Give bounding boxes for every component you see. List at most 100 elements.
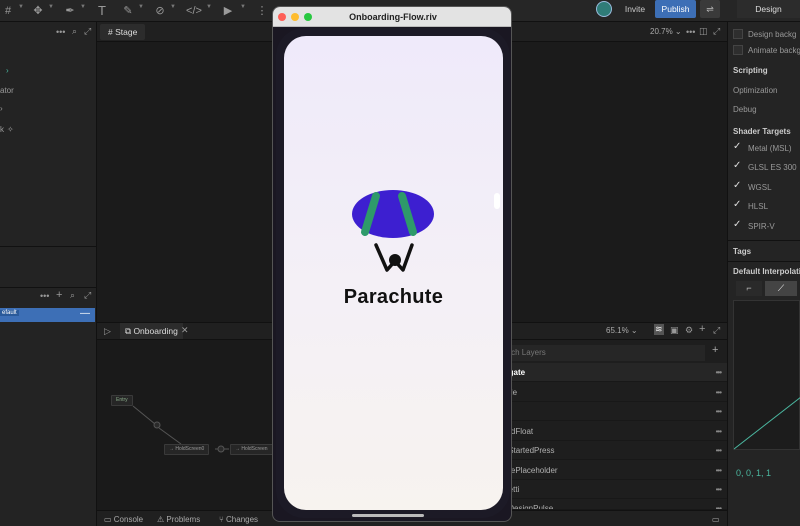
- resize-handle[interactable]: [494, 193, 500, 209]
- play-icon[interactable]: ▷: [104, 326, 111, 337]
- state-node-entry[interactable]: Entry: [111, 395, 133, 406]
- expand-icon[interactable]: ⤢: [84, 290, 91, 301]
- shader-target-label: HLSL: [748, 202, 769, 211]
- layer-row[interactable]: nfetti•••: [500, 480, 727, 499]
- shader-target-label: SPIR-V: [748, 222, 775, 231]
- stage-zoom-level[interactable]: 20.7% ⌄: [650, 27, 682, 36]
- layout-icon[interactable]: ◫: [699, 26, 708, 37]
- check-icon[interactable]: ✓: [733, 141, 741, 152]
- settings-icon[interactable]: ⚙: [685, 325, 693, 336]
- more-icon[interactable]: •••: [716, 363, 722, 382]
- tab-onboarding[interactable]: ⧉ Onboarding: [120, 323, 183, 339]
- state-node-label: HoldScreen0: [175, 446, 205, 452]
- frame-tool-icon[interactable]: #: [0, 3, 16, 19]
- bone-tool-icon[interactable]: ✥: [30, 3, 46, 19]
- more-icon[interactable]: •••: [56, 27, 65, 37]
- shader-targets-heading: Shader Targets: [733, 127, 791, 136]
- layer-row[interactable]: at•••: [500, 402, 727, 421]
- more-icon[interactable]: •••: [716, 383, 722, 402]
- chevron-down-icon[interactable]: ▼: [170, 4, 176, 10]
- check-icon[interactable]: ✓: [733, 180, 741, 191]
- console-label: Console: [113, 515, 144, 524]
- layer-row[interactable]: vigate •••: [500, 363, 727, 382]
- chevron-right-icon[interactable]: ›: [6, 66, 9, 75]
- console-tab[interactable]: ▭ Console: [104, 515, 143, 524]
- tab-stage[interactable]: # Stage: [100, 24, 146, 40]
- layers-icon[interactable]: ≋: [654, 324, 664, 335]
- minus-icon[interactable]: —: [80, 308, 90, 319]
- search-icon[interactable]: ⌕: [72, 26, 77, 37]
- graph-zoom-level[interactable]: 65.1% ⌄: [606, 326, 638, 335]
- publish-button[interactable]: Publish: [655, 0, 696, 18]
- layer-row[interactable]: stDesignPulse •••: [500, 499, 727, 510]
- interpolation-curve-editor[interactable]: [733, 300, 800, 450]
- plus-icon[interactable]: +: [56, 289, 62, 301]
- design-mode-tab[interactable]: Design: [737, 0, 800, 18]
- more-icon[interactable]: ⋮: [254, 3, 270, 19]
- optimization-item[interactable]: Optimization: [733, 86, 777, 95]
- expand-icon[interactable]: ⤢: [713, 26, 720, 37]
- more-icon[interactable]: •••: [716, 422, 722, 441]
- check-icon[interactable]: ✓: [733, 219, 741, 230]
- chevron-right-icon[interactable]: ›: [0, 104, 3, 113]
- problems-tab[interactable]: ⚠ Problems: [157, 515, 200, 524]
- expand-icon[interactable]: ⤢: [84, 26, 91, 37]
- text-tool-icon[interactable]: T: [94, 3, 110, 19]
- state-node[interactable]: → HoldScreen0: [164, 444, 210, 455]
- expand-icon[interactable]: ⤢: [713, 325, 720, 336]
- image-icon[interactable]: ▣: [670, 325, 679, 336]
- chevron-down-icon[interactable]: ▼: [138, 4, 144, 10]
- chevron-down-icon[interactable]: ▼: [18, 4, 24, 10]
- animations-header: ••• + ⌕ ⤢: [0, 287, 97, 305]
- more-icon[interactable]: •••: [716, 441, 722, 460]
- layer-row[interactable]: oudFloat •••: [500, 422, 727, 441]
- curve-values: 0, 0, 1, 1: [736, 468, 772, 478]
- more-icon[interactable]: •••: [716, 461, 722, 480]
- swap-icon[interactable]: ⇌: [700, 0, 720, 18]
- transition-dot[interactable]: [217, 445, 225, 453]
- brush-tool-icon[interactable]: ✎: [120, 3, 136, 19]
- panel-toggle-icon[interactable]: ▭: [712, 515, 720, 524]
- interpolation-linear-button[interactable]: ⟋: [765, 281, 797, 296]
- more-icon[interactable]: •••: [686, 27, 695, 37]
- chevron-down-icon[interactable]: ▼: [240, 4, 246, 10]
- plus-icon[interactable]: +: [699, 323, 705, 335]
- play-icon[interactable]: ▶: [220, 3, 236, 19]
- hierarchy-header: ••• ⌕ ⤢: [0, 22, 97, 42]
- layer-row[interactable]: ggle•••: [500, 383, 727, 402]
- transition-dot[interactable]: [153, 421, 161, 429]
- phone-screen[interactable]: Parachute: [284, 36, 503, 510]
- more-icon[interactable]: •••: [40, 291, 49, 301]
- more-icon[interactable]: •••: [716, 402, 722, 421]
- debug-item[interactable]: Debug: [733, 105, 757, 114]
- chevron-down-icon[interactable]: ▼: [80, 4, 86, 10]
- search-layers-input[interactable]: arch Layers: [500, 345, 705, 361]
- close-icon[interactable]: ✕: [181, 325, 189, 336]
- changes-tab[interactable]: ⑂ Changes: [219, 515, 258, 524]
- state-node[interactable]: → HoldScreen: [230, 444, 273, 455]
- chevron-down-icon[interactable]: ▼: [48, 4, 54, 10]
- interpolation-hold-button[interactable]: ⌐: [736, 281, 762, 296]
- constraint-tool-icon[interactable]: ⊘: [152, 3, 168, 19]
- check-icon[interactable]: ✓: [733, 160, 741, 171]
- more-icon[interactable]: •••: [716, 480, 722, 499]
- layer-row[interactable]: ımePlaceholder •••: [500, 461, 727, 480]
- add-layer-icon[interactable]: +: [712, 344, 718, 356]
- hierarchy-item[interactable]: ator: [0, 86, 14, 95]
- design-background-checkbox[interactable]: [733, 29, 743, 39]
- tab-onboarding-label: Onboarding: [133, 326, 178, 336]
- preview-window: Onboarding-Flow.riv Parachute: [272, 6, 512, 522]
- chevron-down-icon[interactable]: ▼: [206, 4, 212, 10]
- hierarchy-item[interactable]: k: [0, 125, 4, 134]
- pen-tool-icon[interactable]: ✒: [62, 3, 78, 19]
- more-icon[interactable]: •••: [716, 499, 722, 509]
- code-tool-icon[interactable]: </>: [186, 3, 202, 19]
- layer-row[interactable]: stStartedPress •••: [500, 441, 727, 460]
- animate-background-checkbox[interactable]: [733, 45, 743, 55]
- divider: [0, 246, 97, 266]
- hierarchy-panel: [0, 22, 97, 526]
- search-icon[interactable]: ⌕: [70, 290, 75, 301]
- invite-button[interactable]: Invite: [618, 0, 652, 18]
- avatar[interactable]: [596, 1, 612, 17]
- check-icon[interactable]: ✓: [733, 199, 741, 210]
